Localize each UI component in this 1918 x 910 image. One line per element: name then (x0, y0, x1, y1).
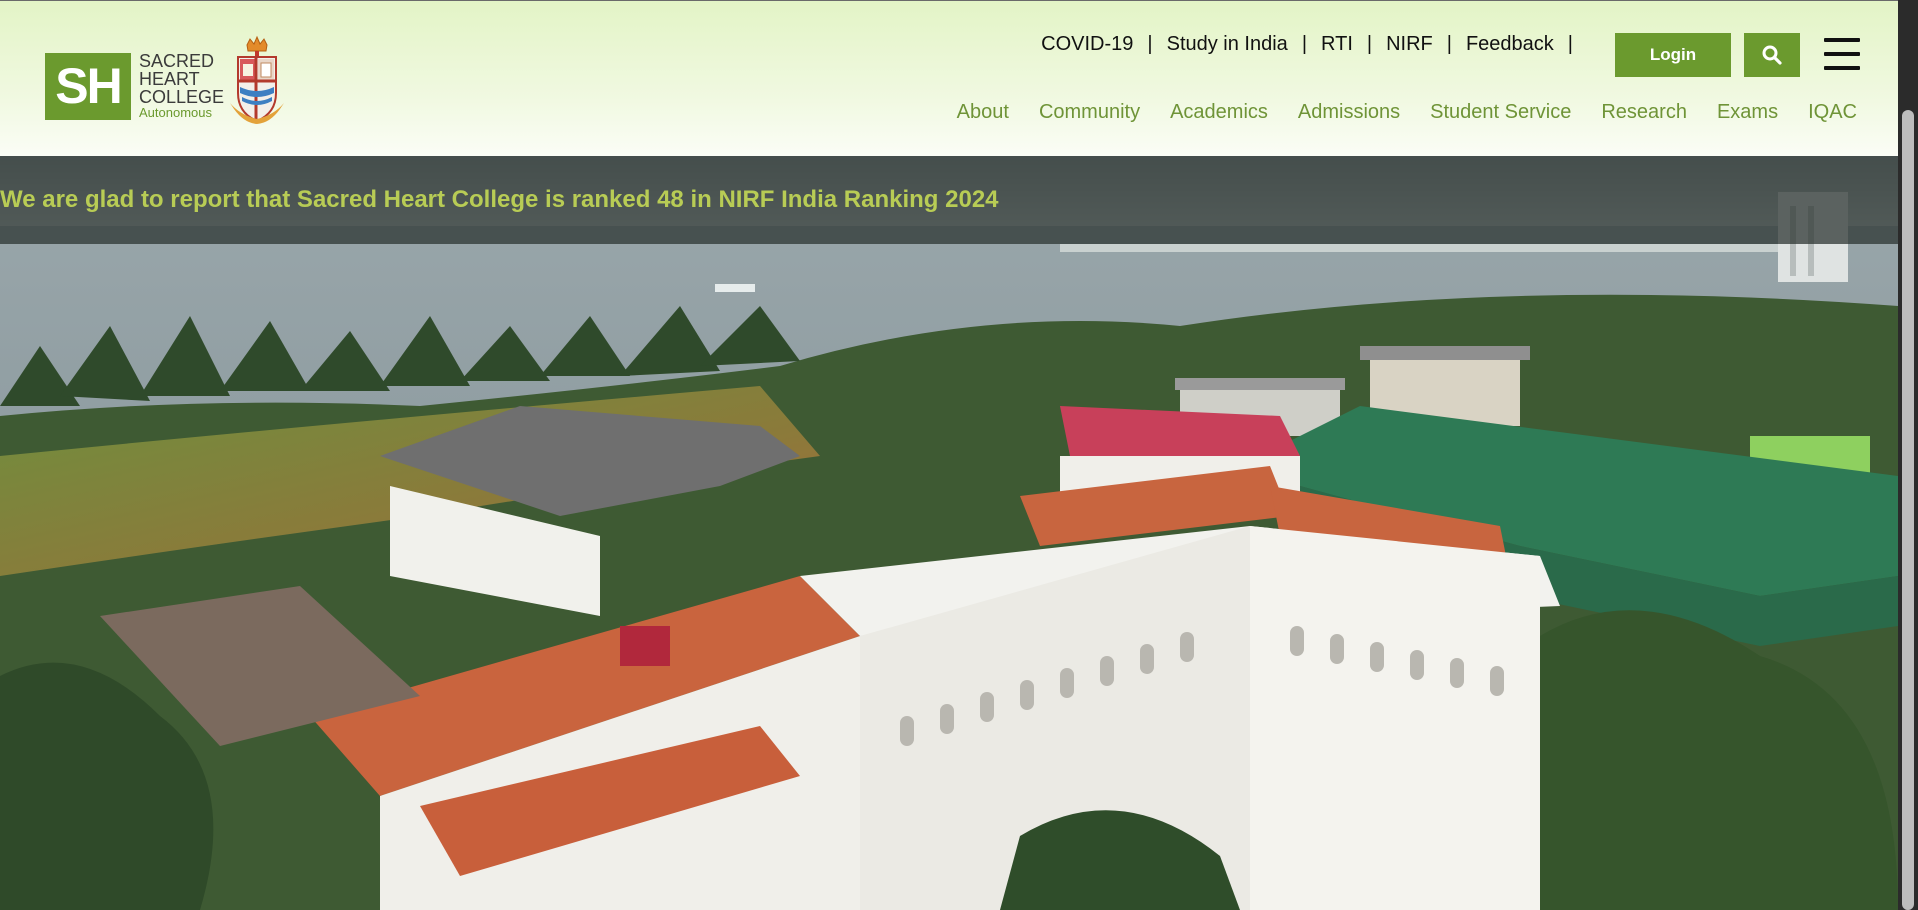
logo-wordmark: SACRED HEART COLLEGE Autonomous (139, 52, 224, 120)
link-feedback[interactable]: Feedback (1452, 33, 1568, 56)
page-scrollbar[interactable] (1898, 0, 1918, 910)
link-covid-19[interactable]: COVID-19 (1027, 33, 1147, 56)
announcement-text[interactable]: We are glad to report that Sacred Heart … (0, 186, 999, 214)
college-crest-icon (230, 35, 285, 124)
nav-about[interactable]: About (957, 101, 1009, 124)
nav-community[interactable]: Community (1039, 101, 1140, 124)
nav-exams[interactable]: Exams (1717, 101, 1778, 124)
link-nirf[interactable]: NIRF (1372, 33, 1447, 56)
campus-aerial-illustration (0, 156, 1898, 910)
site-header: SH SACRED HEART COLLEGE Autonomous COVID… (0, 0, 1898, 156)
logo-line-1: SACRED (139, 51, 215, 71)
menu-bar (1824, 38, 1860, 42)
search-button[interactable] (1744, 33, 1800, 77)
announcement-bar: We are glad to report that Sacred Heart … (0, 156, 1898, 244)
hero-campus-image (0, 156, 1898, 910)
scrollbar-thumb[interactable] (1902, 110, 1914, 910)
nav-student-service[interactable]: Student Service (1430, 101, 1571, 124)
nav-admissions[interactable]: Admissions (1298, 101, 1400, 124)
menu-bar (1824, 52, 1860, 56)
nav-academics[interactable]: Academics (1170, 101, 1268, 124)
nav-iqac[interactable]: IQAC (1808, 101, 1857, 124)
page: SH SACRED HEART COLLEGE Autonomous COVID… (0, 0, 1918, 910)
logo-line-3: COLLEGE (139, 87, 225, 107)
logo-subtitle: Autonomous (139, 105, 212, 120)
utility-links: COVID-19 | Study in India | RTI | NIRF |… (1027, 33, 1573, 56)
link-study-in-india[interactable]: Study in India (1153, 33, 1302, 56)
login-button[interactable]: Login (1615, 33, 1731, 77)
separator: | (1567, 33, 1573, 55)
logo-mark: SH (45, 52, 131, 120)
main-navigation: About Community Academics Admissions Stu… (927, 101, 1857, 124)
hamburger-menu-icon[interactable] (1824, 35, 1860, 73)
menu-bar (1824, 66, 1860, 70)
college-logo[interactable]: SH SACRED HEART COLLEGE Autonomous (45, 35, 285, 131)
search-icon (1762, 45, 1782, 65)
nav-research[interactable]: Research (1601, 101, 1687, 124)
logo-line-2: HEART (139, 69, 200, 89)
link-rti[interactable]: RTI (1307, 33, 1367, 56)
